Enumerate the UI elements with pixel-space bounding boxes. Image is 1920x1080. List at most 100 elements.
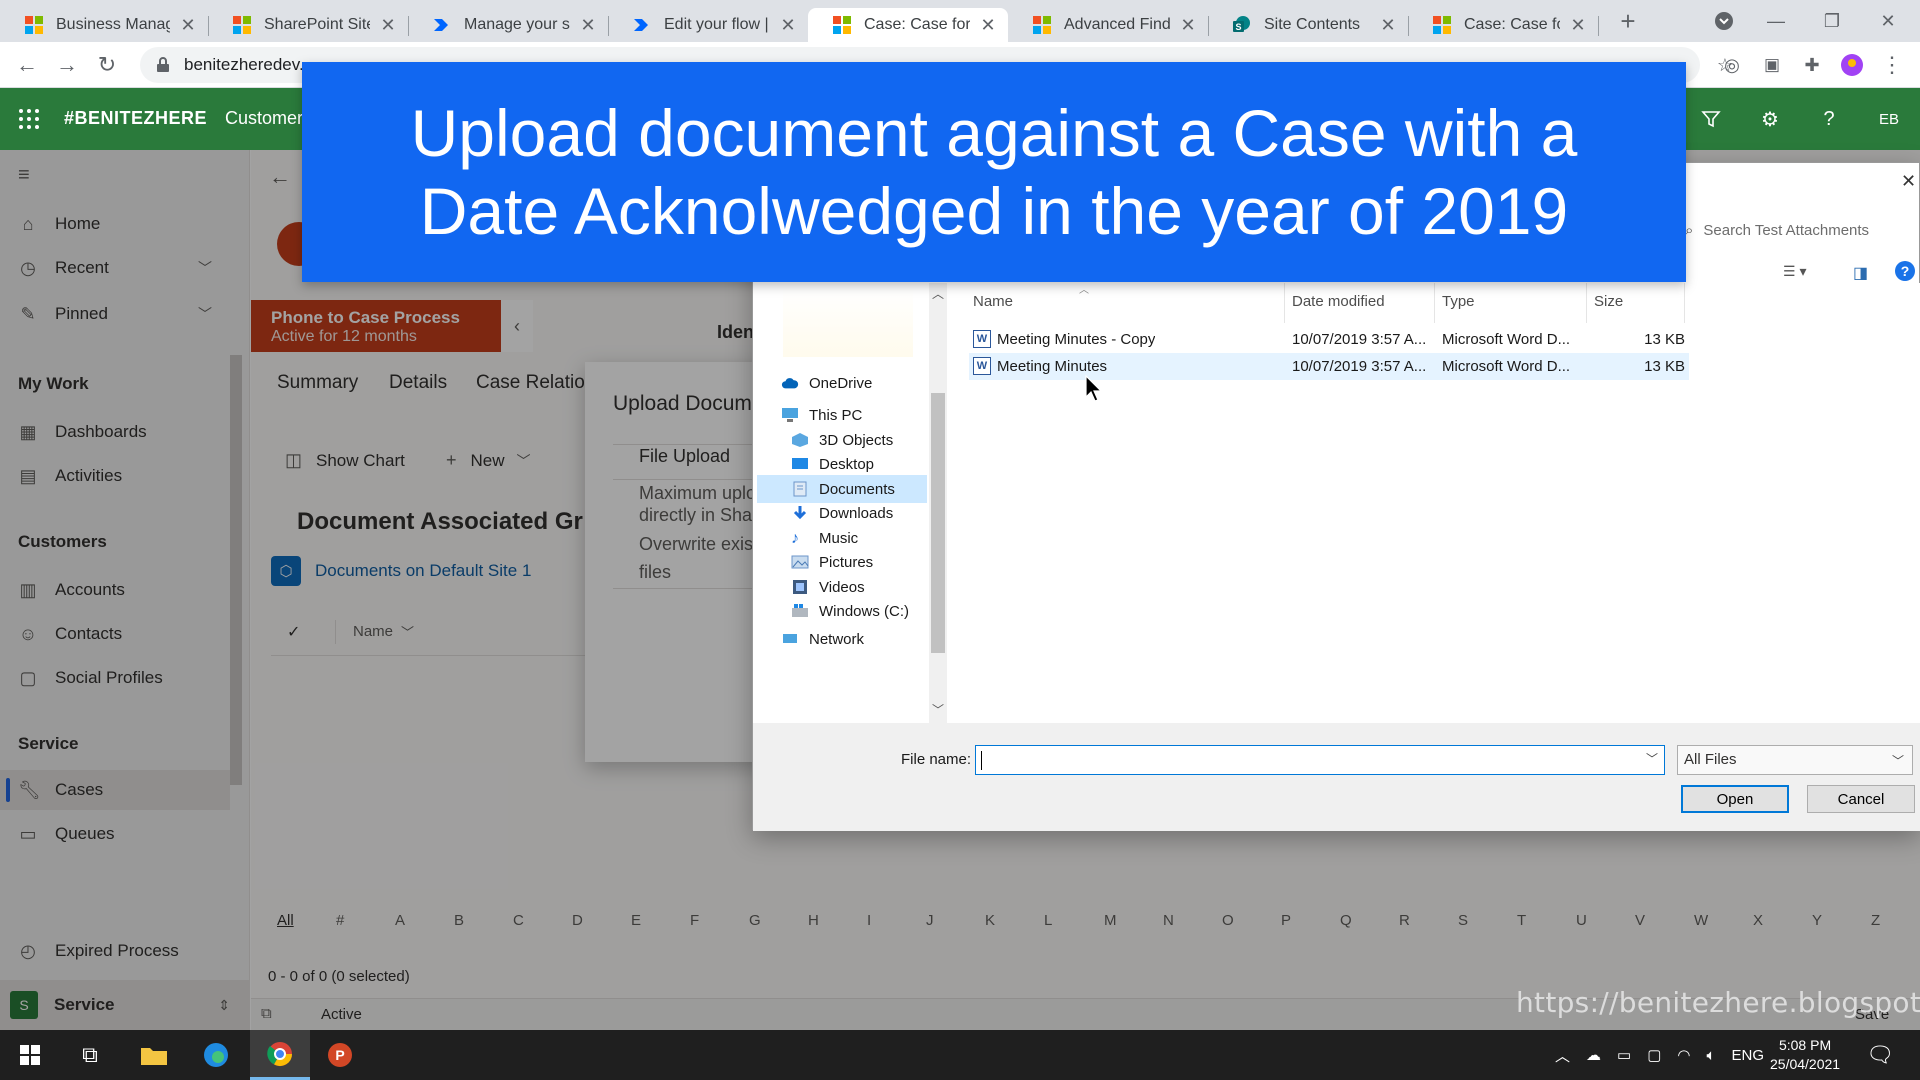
wifi-icon[interactable]: ◠ <box>1677 1046 1690 1064</box>
nav-pictures[interactable]: Pictures <box>791 548 873 576</box>
menu-kebab-icon[interactable]: ⋮ <box>1877 50 1907 80</box>
nav-windows-c[interactable]: Windows (C:) <box>791 597 909 625</box>
windows-start-icon[interactable] <box>0 1030 60 1080</box>
forward-icon[interactable]: → <box>52 50 82 80</box>
settings-gear-icon[interactable]: ⚙ <box>1755 104 1785 134</box>
restore-icon[interactable]: ❐ <box>1804 0 1860 42</box>
column-name[interactable]: Name <box>973 293 1013 310</box>
help-icon[interactable]: ? <box>1895 261 1915 281</box>
lock-icon <box>157 57 169 72</box>
browser-tab[interactable]: Business Manage ✕ <box>0 8 208 42</box>
nav-network[interactable]: Network <box>781 629 864 649</box>
nav-this-pc[interactable]: This PC <box>781 401 862 429</box>
tab-label: SharePoint Site: In <box>264 16 370 33</box>
powerpoint-icon[interactable]: P <box>310 1030 370 1080</box>
nav-desktop[interactable]: Desktop <box>791 450 874 478</box>
music-note-icon: ♪ <box>791 530 799 547</box>
browser-tab-bar: Business Manage ✕ SharePoint Site: In ✕ … <box>0 0 1920 42</box>
browser-tab[interactable]: SharePoint Site: In ✕ <box>208 8 408 42</box>
search-placeholder: Search Test Attachments <box>1703 221 1870 239</box>
nav-scroll-thumb[interactable] <box>931 393 945 653</box>
minimize-icon[interactable]: — <box>1748 0 1804 42</box>
open-button[interactable]: Open <box>1681 785 1789 813</box>
notifications-icon[interactable]: 🗨︎ <box>1850 1030 1910 1080</box>
close-tab-icon[interactable]: ✕ <box>578 15 598 36</box>
close-tab-icon[interactable]: ✕ <box>378 15 398 36</box>
search-box[interactable]: ⌕ Search Test Attachments <box>1679 213 1919 247</box>
file-row[interactable]: W Meeting Minutes 10/07/2019 3:57 A... M… <box>969 353 1689 380</box>
scroll-down-icon[interactable]: ﹀ <box>932 701 944 718</box>
tab-label: Manage your solu <box>464 16 570 33</box>
close-tab-icon[interactable]: ✕ <box>978 15 998 36</box>
chevron-up-icon[interactable]: ︿ <box>1555 1045 1570 1066</box>
language-indicator[interactable]: ENG <box>1731 1047 1764 1064</box>
filename-input[interactable]: ﹀ <box>975 745 1665 775</box>
nav-onedrive[interactable]: OneDrive <box>781 369 872 397</box>
tab-label: Site Contents <box>1264 16 1361 33</box>
close-tab-icon[interactable]: ✕ <box>178 15 198 36</box>
browser-tab[interactable]: Manage your solu ✕ <box>408 8 608 42</box>
file-type-filter[interactable]: All Files ﹀ <box>1677 745 1913 775</box>
column-divider <box>1284 283 1285 323</box>
puzzle-icon[interactable]: ✚ <box>1797 50 1827 80</box>
waffle-icon[interactable] <box>18 108 40 130</box>
cancel-button[interactable]: Cancel <box>1807 785 1915 813</box>
tab-label: Case: Case for Int <box>864 16 970 33</box>
browser-tab[interactable]: S Site Contents ✕ <box>1208 8 1408 42</box>
close-tab-icon[interactable]: ✕ <box>1568 15 1588 36</box>
profile-avatar[interactable] <box>1837 50 1867 80</box>
file-row[interactable]: W Meeting Minutes - Copy 10/07/2019 3:57… <box>969 326 1689 353</box>
camera-icon[interactable]: ▣ <box>1757 50 1787 80</box>
filter-icon[interactable] <box>1696 104 1726 134</box>
scroll-up-icon[interactable]: ︿ <box>932 285 944 302</box>
chrome-browser-icon[interactable] <box>250 1030 310 1080</box>
nav-label: Pictures <box>819 553 874 571</box>
close-tab-icon[interactable]: ✕ <box>1378 15 1398 36</box>
edge-browser-icon[interactable] <box>186 1030 246 1080</box>
tab-search-icon[interactable] <box>1696 0 1752 42</box>
power-icon[interactable]: ▢ <box>1647 1046 1661 1064</box>
file-list: ︿ Name Date modified Type Size W Meeting… <box>949 283 1920 723</box>
reload-icon[interactable]: ↻ <box>92 50 122 80</box>
nav-scrollbar[interactable]: ︿ ﹀ <box>929 283 947 723</box>
tab-label: Business Manage <box>56 16 170 33</box>
nav-downloads[interactable]: Downloads <box>791 499 893 527</box>
onedrive-cloud-icon[interactable]: ☁ <box>1586 1046 1601 1064</box>
file-name: Meeting Minutes <box>997 358 1108 375</box>
close-window-icon[interactable]: ✕ <box>1860 0 1916 42</box>
back-icon[interactable]: ← <box>12 50 42 80</box>
preview-pane-icon[interactable]: ◨ <box>1853 263 1868 283</box>
view-options-icon[interactable]: ☰ ▾ <box>1783 263 1806 280</box>
user-initials[interactable]: EB <box>1874 104 1904 134</box>
battery-icon[interactable]: ▭ <box>1617 1046 1631 1064</box>
banner-line-1: Upload document against a Case with a <box>410 96 1578 170</box>
help-icon[interactable]: ? <box>1814 104 1844 134</box>
browser-tab-active[interactable]: Case: Case for Int ✕ <box>808 8 1008 42</box>
column-size[interactable]: Size <box>1594 293 1623 310</box>
volume-icon[interactable]: 🔈︎ <box>1706 1047 1715 1064</box>
word-doc-icon: W <box>973 357 991 375</box>
app-name[interactable]: Customer <box>225 108 303 129</box>
browser-tab[interactable]: Case: Case for Int ✕ <box>1408 8 1598 42</box>
browser-tab[interactable]: Edit your flow | Po ✕ <box>608 8 808 42</box>
mouse-cursor-icon <box>1085 375 1103 402</box>
file-date: 10/07/2019 3:57 A... <box>1292 331 1427 348</box>
close-tab-icon[interactable]: ✕ <box>1178 15 1198 36</box>
tab-divider <box>1598 16 1599 36</box>
close-tab-icon[interactable]: ✕ <box>778 15 798 36</box>
extension-icon[interactable]: ◎ <box>1717 50 1747 80</box>
close-dialog-icon[interactable]: ✕ <box>1901 171 1916 192</box>
navigation-pane: OneDrive This PC 3D Objects Desktop Docu… <box>753 283 928 723</box>
clock[interactable]: 5:08 PM 25/04/2021 <box>1770 1036 1840 1074</box>
file-explorer-icon[interactable] <box>124 1030 184 1080</box>
task-view-icon[interactable]: ⧉ <box>60 1030 120 1080</box>
column-date-modified[interactable]: Date modified <box>1292 293 1385 310</box>
text-caret <box>981 751 982 770</box>
column-type[interactable]: Type <box>1442 293 1475 310</box>
tab-label: Case: Case for Int <box>1464 16 1560 33</box>
nav-label: 3D Objects <box>819 431 894 449</box>
new-tab-icon[interactable]: + <box>1600 0 1656 42</box>
browser-tab[interactable]: Advanced Find - N ✕ <box>1008 8 1208 42</box>
ms-logo-icon <box>833 16 851 34</box>
chevron-down-icon[interactable]: ﹀ <box>1646 750 1658 767</box>
